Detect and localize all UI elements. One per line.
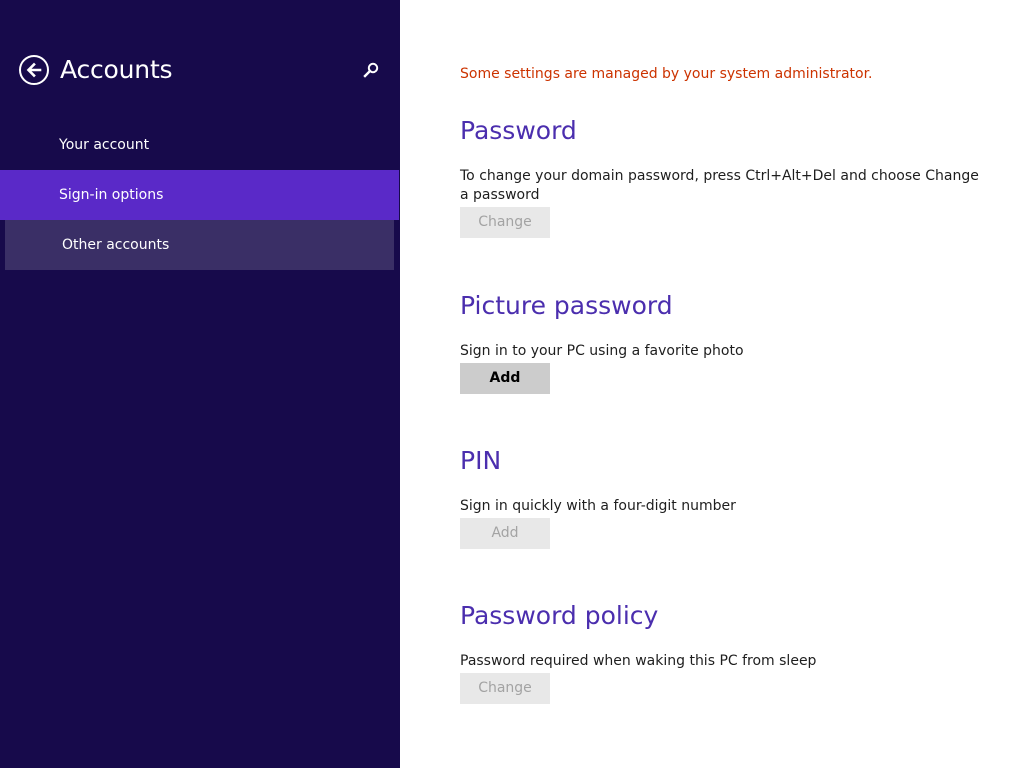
pin-add-button[interactable]: Add <box>460 518 550 549</box>
page-title: Accounts <box>60 55 173 84</box>
picture-password-section: Picture password Sign in to your PC usin… <box>460 289 980 394</box>
password-change-button[interactable]: Change <box>460 207 550 238</box>
section-description: To change your domain password, press Ct… <box>460 168 979 203</box>
sidebar-item-other-accounts[interactable]: Other accounts <box>5 220 394 270</box>
sidebar-item-label: Other accounts <box>62 237 170 253</box>
sidebar-item-your-account[interactable]: Your account <box>0 120 399 170</box>
section-description: Sign in to your PC using a favorite phot… <box>460 343 744 359</box>
sidebar-item-sign-in-options[interactable]: Sign-in options <box>0 170 399 220</box>
sidebar: Accounts Your account Sign-in options Ot… <box>0 0 400 768</box>
section-title: Picture password <box>460 291 673 320</box>
section-title: PIN <box>460 446 502 475</box>
pin-section: PIN Sign in quickly with a four-digit nu… <box>460 444 980 549</box>
section-description: Password required when waking this PC fr… <box>460 653 817 669</box>
password-policy-change-button[interactable]: Change <box>460 673 550 704</box>
sidebar-item-label: Your account <box>59 137 150 153</box>
search-icon <box>363 62 379 78</box>
sidebar-item-label: Sign-in options <box>59 187 164 203</box>
main-content: Some settings are managed by your system… <box>400 0 1024 768</box>
password-section: Password To change your domain password,… <box>460 114 980 238</box>
search-button[interactable] <box>360 59 382 81</box>
section-description: Sign in quickly with a four-digit number <box>460 498 736 514</box>
back-button[interactable] <box>19 55 49 85</box>
password-policy-section: Password policy Password required when w… <box>460 599 980 704</box>
section-title: Password <box>460 116 577 145</box>
back-arrow-icon <box>26 62 42 78</box>
section-title: Password policy <box>460 601 659 630</box>
admin-notice: Some settings are managed by your system… <box>460 66 873 82</box>
picture-password-add-button[interactable]: Add <box>460 363 550 394</box>
